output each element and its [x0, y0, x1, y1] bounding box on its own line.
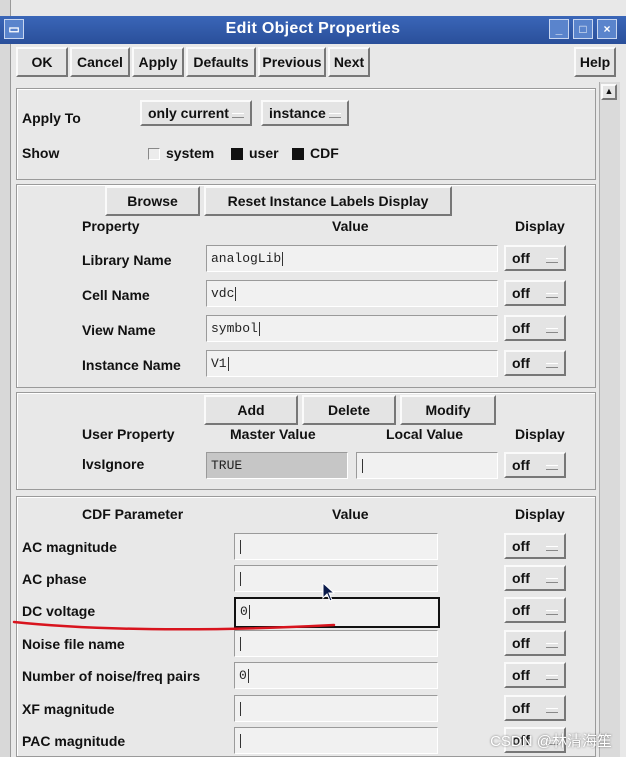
ac-magnitude-label: AC magnitude [22, 539, 117, 555]
delete-button[interactable]: Delete [302, 395, 396, 425]
library-name-value: analogLib [211, 251, 282, 266]
maximize-icon[interactable]: □ [573, 19, 593, 39]
ok-button[interactable]: OK [16, 47, 68, 77]
user-label: user [249, 145, 279, 161]
defaults-button[interactable]: Defaults [186, 47, 256, 77]
noise-file-display-value: off [512, 635, 530, 651]
instance-name-label: Instance Name [82, 357, 181, 373]
col-user-property: User Property [82, 426, 175, 442]
xf-magnitude-display-value: off [512, 700, 530, 716]
apply-scope-value: instance [269, 105, 326, 121]
scroll-up-icon[interactable]: ▲ [601, 84, 617, 100]
lvsignore-display[interactable]: off [504, 452, 566, 478]
instance-name-field[interactable]: V1 [206, 350, 498, 377]
cdf-checkbox[interactable] [292, 148, 304, 160]
col-property: Property [82, 218, 140, 234]
library-name-display-value: off [512, 250, 530, 266]
instance-name-value: V1 [211, 356, 227, 371]
library-name-label: Library Name [82, 252, 172, 268]
xf-magnitude-field[interactable] [234, 695, 438, 722]
view-name-label: View Name [82, 322, 156, 338]
instance-name-display-value: off [512, 355, 530, 371]
lvsignore-display-value: off [512, 457, 530, 473]
dc-voltage-display-value: off [512, 602, 530, 618]
col-value: Value [332, 218, 369, 234]
ac-phase-display-value: off [512, 570, 530, 586]
previous-button[interactable]: Previous [258, 47, 326, 77]
cell-name-label: Cell Name [82, 287, 150, 303]
user-checkbox[interactable] [231, 148, 243, 160]
browse-button[interactable]: Browse [105, 186, 200, 216]
cell-name-value: vdc [211, 286, 235, 301]
help-button[interactable]: Help [574, 47, 616, 77]
xf-magnitude-label: XF magnitude [22, 701, 115, 717]
add-button[interactable]: Add [204, 395, 298, 425]
dc-voltage-field[interactable]: 0 [234, 597, 440, 628]
pac-magnitude-label: PAC magnitude [22, 733, 126, 749]
scrollbar[interactable] [599, 82, 620, 757]
system-label: system [166, 145, 215, 161]
show-label: Show [22, 145, 60, 161]
xf-magnitude-display[interactable]: off [504, 695, 566, 721]
library-name-display[interactable]: off [504, 245, 566, 271]
lvsignore-master-value: TRUE [211, 458, 243, 473]
col-master-value: Master Value [230, 426, 316, 442]
col-local-value: Local Value [386, 426, 464, 442]
library-name-field[interactable]: analogLib [206, 245, 498, 272]
ac-phase-field[interactable] [234, 565, 438, 592]
apply-to-dropdown[interactable]: only current [140, 100, 252, 126]
apply-button[interactable]: Apply [132, 47, 184, 77]
mouse-cursor-icon [322, 582, 336, 602]
noise-file-display[interactable]: off [504, 630, 566, 656]
lvsignore-local-field[interactable] [356, 452, 498, 479]
background-window-edge [0, 0, 11, 757]
apply-to-value: only current [148, 105, 229, 121]
view-name-value: symbol [211, 321, 258, 336]
apply-to-label: Apply To [22, 110, 81, 126]
view-name-display[interactable]: off [504, 315, 566, 341]
cell-name-display-value: off [512, 285, 530, 301]
modify-button[interactable]: Modify [400, 395, 496, 425]
title-bar[interactable]: ▭ Edit Object Properties _ □ × [0, 16, 626, 44]
reset-labels-button[interactable]: Reset Instance Labels Display [204, 186, 452, 216]
pac-magnitude-field[interactable] [234, 727, 438, 754]
cdf-label: CDF [310, 145, 339, 161]
lvsignore-master-field: TRUE [206, 452, 348, 479]
system-checkbox[interactable] [148, 148, 160, 160]
col-display: Display [515, 218, 565, 234]
col-cdf-display: Display [515, 506, 565, 522]
ac-magnitude-display[interactable]: off [504, 533, 566, 559]
ac-phase-display[interactable]: off [504, 565, 566, 591]
col-cdf-parameter: CDF Parameter [82, 506, 184, 522]
cell-name-field[interactable]: vdc [206, 280, 498, 307]
lvsignore-label: lvsIgnore [82, 456, 145, 472]
next-button[interactable]: Next [328, 47, 370, 77]
noise-pairs-value: 0 [239, 668, 247, 683]
cancel-button[interactable]: Cancel [70, 47, 130, 77]
dc-voltage-value: 0 [240, 604, 248, 619]
noise-pairs-display[interactable]: off [504, 662, 566, 688]
noise-pairs-label: Number of noise/freq pairs [22, 668, 201, 684]
col-cdf-value: Value [332, 506, 369, 522]
view-name-field[interactable]: symbol [206, 315, 498, 342]
view-name-display-value: off [512, 320, 530, 336]
instance-name-display[interactable]: off [504, 350, 566, 376]
ac-magnitude-display-value: off [512, 538, 530, 554]
ac-magnitude-field[interactable] [234, 533, 438, 560]
window-title: Edit Object Properties [225, 20, 401, 37]
noise-pairs-field[interactable]: 0 [234, 662, 438, 689]
dc-voltage-display[interactable]: off [504, 597, 566, 623]
noise-file-field[interactable] [234, 630, 438, 657]
ac-phase-label: AC phase [22, 571, 87, 587]
cell-name-display[interactable]: off [504, 280, 566, 306]
noise-pairs-display-value: off [512, 667, 530, 683]
noise-file-label: Noise file name [22, 636, 125, 652]
close-icon[interactable]: × [597, 19, 617, 39]
apply-scope-dropdown[interactable]: instance [261, 100, 349, 126]
watermark-text: CSDN @林清海笙 [490, 733, 612, 750]
col-user-display: Display [515, 426, 565, 442]
dc-voltage-label: DC voltage [22, 603, 96, 619]
minimize-icon[interactable]: _ [549, 19, 569, 39]
